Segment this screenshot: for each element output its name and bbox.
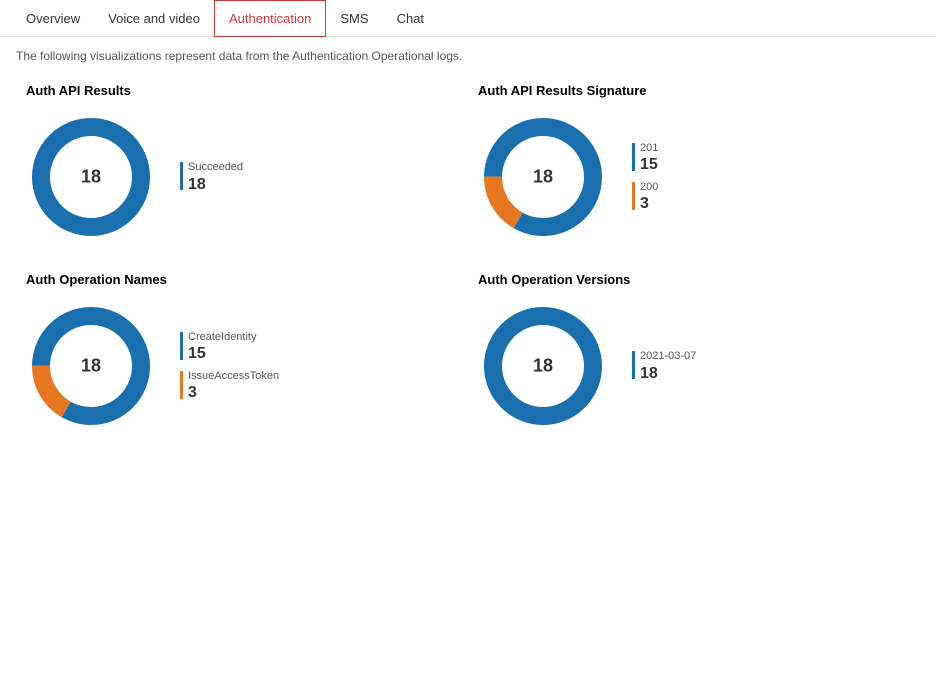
legend-text-version: 2021-03-07 18	[640, 349, 696, 382]
auth-api-results-content: 18 Succeeded 18	[26, 112, 458, 242]
legend-item-issue-token: IssueAccessToken 3	[180, 369, 279, 402]
legend-value-succeeded: 18	[188, 175, 243, 194]
legend-text-create-identity: CreateIdentity 15	[188, 330, 256, 363]
legend-text-succeeded: Succeeded 18	[188, 160, 243, 193]
legend-value-issue-token: 3	[188, 383, 279, 402]
auth-api-results-sig-content: 18 201 15 200 3	[478, 112, 910, 242]
legend-bar-issue-token	[180, 371, 183, 399]
legend-item-200: 200 3	[632, 180, 658, 213]
main-content: The following visualizations represent d…	[0, 37, 936, 443]
legend-bar-200	[632, 182, 635, 210]
tab-chat[interactable]: Chat	[383, 0, 438, 37]
legend-label-version: 2021-03-07	[640, 349, 696, 363]
auth-op-names-legend: CreateIdentity 15 IssueAccessToken 3	[180, 330, 279, 403]
legend-item-201: 201 15	[632, 141, 658, 174]
auth-api-results-sig-title: Auth API Results Signature	[478, 83, 910, 98]
legend-item-version: 2021-03-07 18	[632, 349, 696, 382]
legend-bar-create-identity	[180, 332, 183, 360]
legend-bar-201	[632, 143, 635, 171]
auth-op-names-title: Auth Operation Names	[26, 272, 458, 287]
legend-text-201: 201 15	[640, 141, 658, 174]
legend-value-version: 18	[640, 364, 696, 383]
auth-api-results-sig-center: 18	[533, 167, 553, 188]
auth-op-names-donut: 18	[26, 301, 156, 431]
legend-value-201: 15	[640, 155, 658, 174]
legend-label-issue-token: IssueAccessToken	[188, 369, 279, 383]
legend-label-200: 200	[640, 180, 658, 194]
auth-op-names-center: 18	[81, 356, 101, 377]
legend-bar-succeeded	[180, 162, 183, 190]
legend-label-succeeded: Succeeded	[188, 160, 243, 174]
auth-op-versions-section: Auth Operation Versions 18 2021-03-07 18	[468, 272, 920, 431]
legend-value-create-identity: 15	[188, 344, 256, 363]
page-subtitle: The following visualizations represent d…	[16, 49, 920, 63]
legend-label-201: 201	[640, 141, 658, 155]
auth-api-results-title: Auth API Results	[26, 83, 458, 98]
auth-op-versions-donut: 18	[478, 301, 608, 431]
tab-overview[interactable]: Overview	[12, 0, 94, 37]
auth-api-results-sig-legend: 201 15 200 3	[632, 141, 658, 214]
tab-voice-video[interactable]: Voice and video	[94, 0, 214, 37]
auth-op-names-section: Auth Operation Names 18 CreateIdentity	[16, 272, 468, 431]
tab-authentication[interactable]: Authentication	[214, 0, 326, 37]
nav-tabs: Overview Voice and video Authentication …	[0, 0, 936, 37]
auth-op-versions-legend: 2021-03-07 18	[632, 349, 696, 382]
auth-op-names-content: 18 CreateIdentity 15 IssueAccessToken	[26, 301, 458, 431]
auth-api-results-center: 18	[81, 167, 101, 188]
auth-api-results-legend: Succeeded 18	[180, 160, 243, 193]
legend-text-issue-token: IssueAccessToken 3	[188, 369, 279, 402]
auth-api-results-sig-donut: 18	[478, 112, 608, 242]
auth-op-versions-content: 18 2021-03-07 18	[478, 301, 910, 431]
auth-api-results-section: Auth API Results 18 Succeeded 18	[16, 83, 468, 242]
legend-bar-version	[632, 351, 635, 379]
legend-item-create-identity: CreateIdentity 15	[180, 330, 279, 363]
charts-grid: Auth API Results 18 Succeeded 18	[16, 83, 920, 431]
legend-label-create-identity: CreateIdentity	[188, 330, 256, 344]
auth-op-versions-center: 18	[533, 356, 553, 377]
tab-sms[interactable]: SMS	[326, 0, 382, 37]
legend-text-200: 200 3	[640, 180, 658, 213]
legend-value-200: 3	[640, 194, 658, 213]
auth-api-results-donut: 18	[26, 112, 156, 242]
auth-op-versions-title: Auth Operation Versions	[478, 272, 910, 287]
auth-api-results-sig-section: Auth API Results Signature 18	[468, 83, 920, 242]
legend-item-succeeded: Succeeded 18	[180, 160, 243, 193]
